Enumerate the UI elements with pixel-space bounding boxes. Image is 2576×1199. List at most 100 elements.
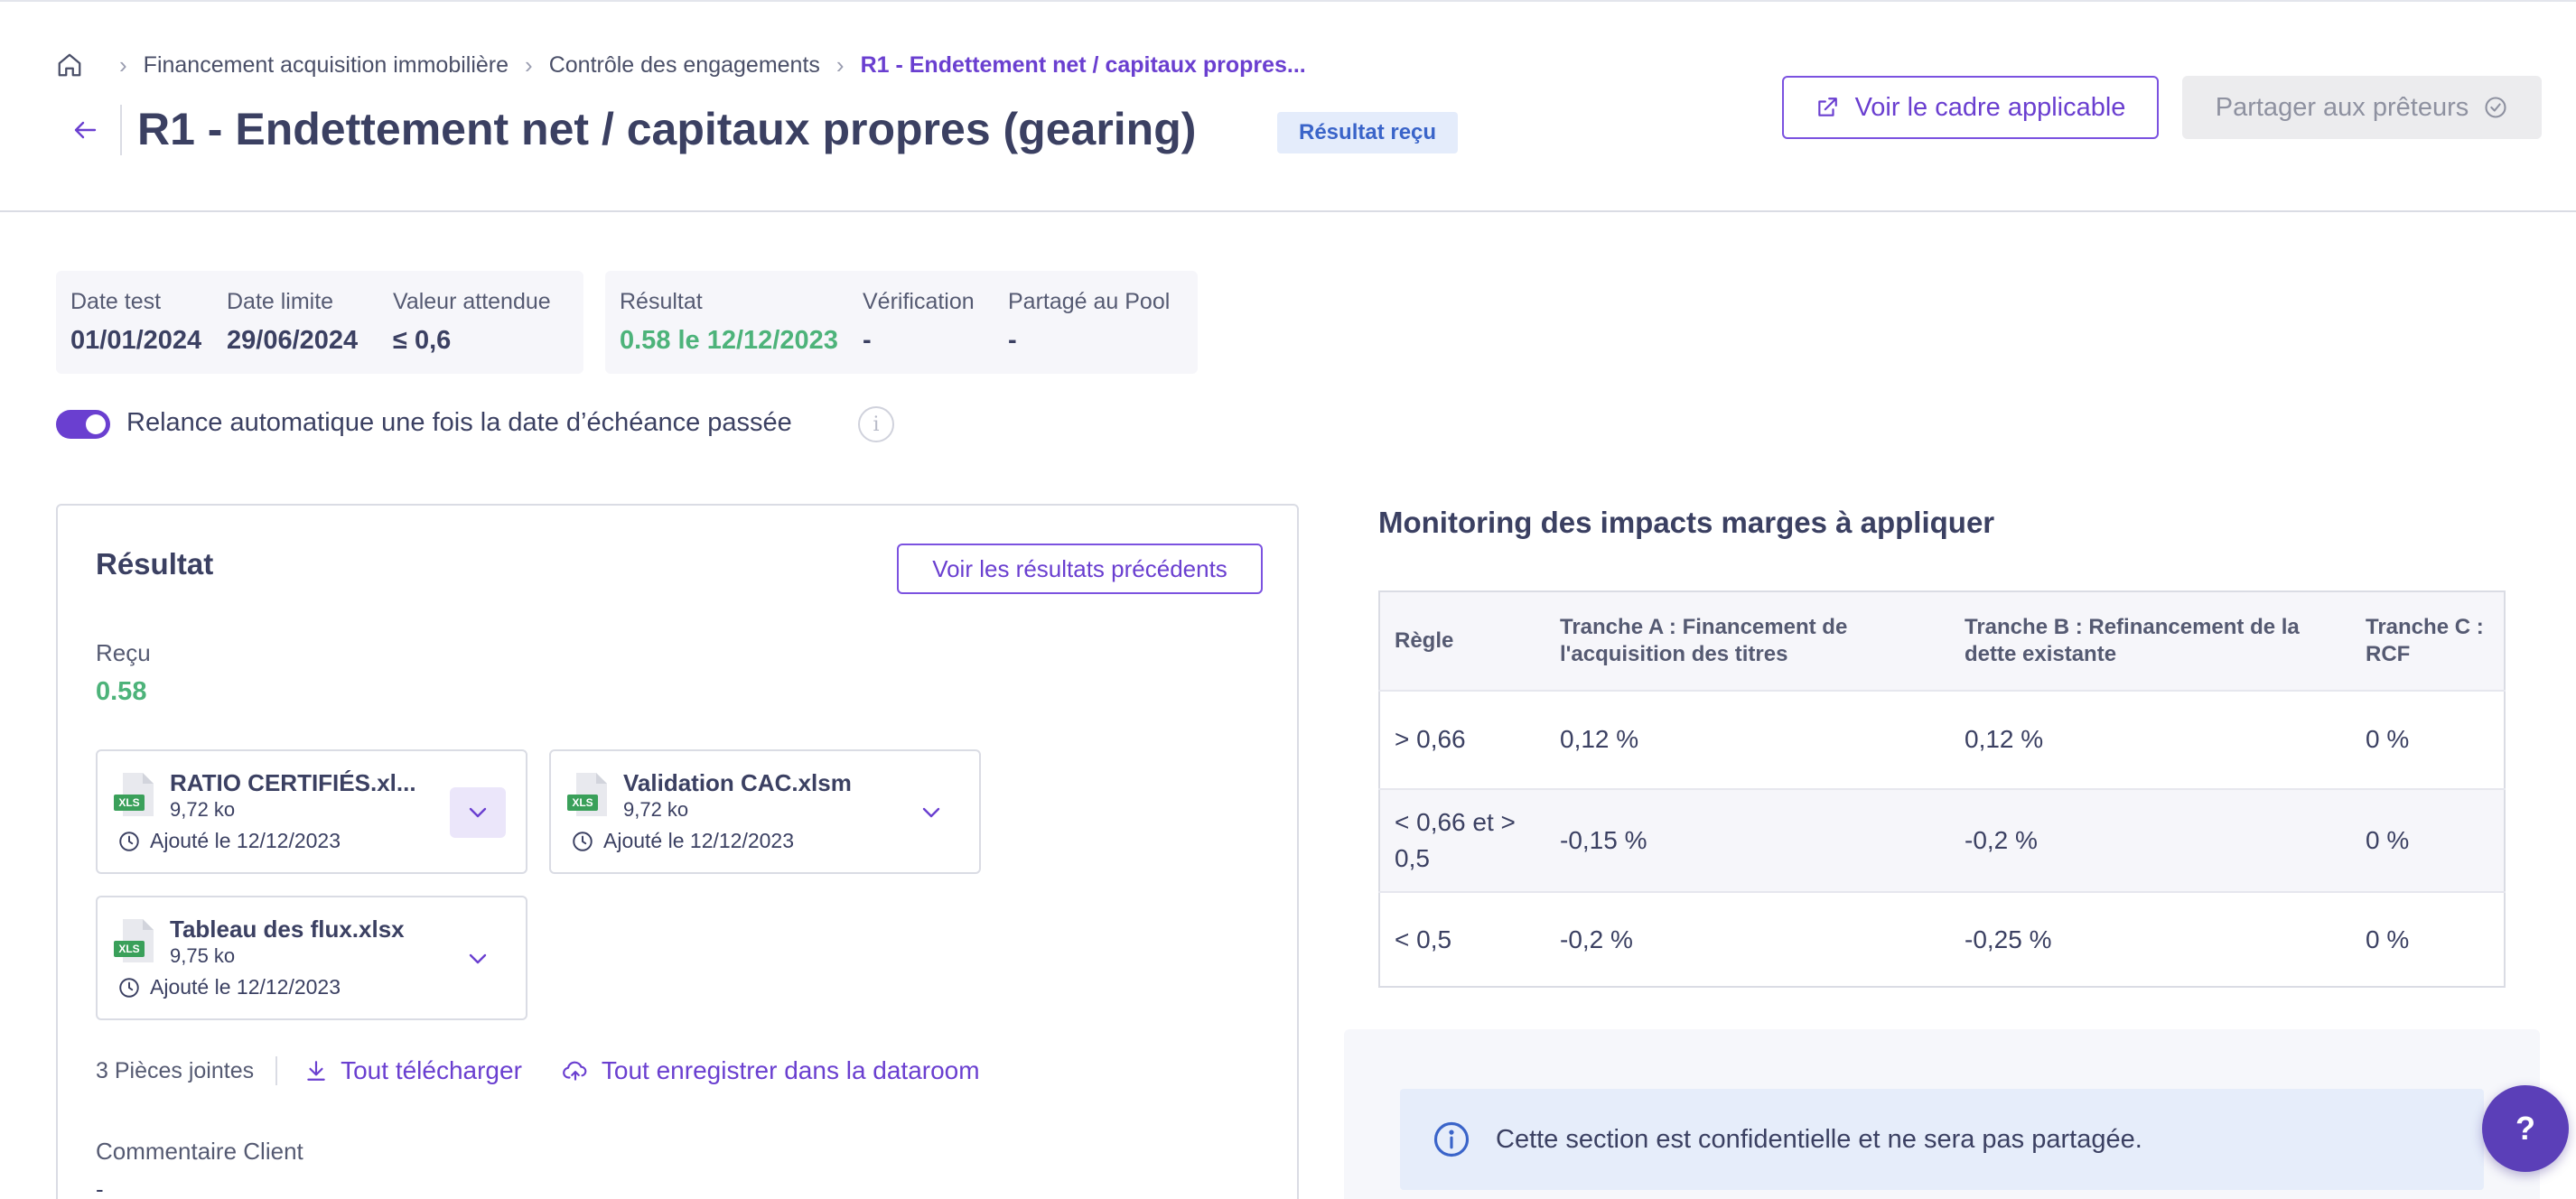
expected-label: Valeur attendue — [393, 289, 551, 314]
xls-file-icon: XLS — [567, 771, 611, 818]
file-size: 9,72 ko — [170, 798, 236, 821]
date-test-value: 01/01/2024 — [70, 326, 202, 355]
external-link-icon — [1817, 98, 1837, 116]
view-framework-label: Voir le cadre applicable — [1854, 92, 2126, 122]
file-name: RATIO CERTIFIÉS.xl... — [170, 769, 416, 796]
cloud-upload-icon — [563, 1061, 587, 1081]
breadcrumb-separator: › — [835, 51, 845, 79]
table-cell: -0,15 % — [1545, 787, 1950, 893]
download-icon — [307, 1061, 325, 1081]
monitoring-title: Monitoring des impacts marges à applique… — [1378, 506, 1995, 539]
table-cell: < 0,5 — [1379, 891, 1545, 987]
test-dates-card: Date test 01/01/2024 Date limite 29/06/2… — [56, 271, 583, 374]
confidential-text: Cette section est confidentielle et ne s… — [1496, 1124, 2142, 1154]
attachments-divider — [275, 1056, 278, 1085]
help-button[interactable]: ? — [2482, 1085, 2569, 1172]
file-date: Ajouté le 12/12/2023 — [571, 829, 794, 853]
file-date-text: Ajouté le 12/12/2023 — [150, 829, 341, 852]
home-icon[interactable] — [56, 51, 83, 79]
clock-icon — [119, 831, 139, 851]
xls-file-icon: XLS — [114, 771, 157, 818]
column-header: Tranche C : RCF — [2351, 591, 2505, 691]
verification-label: Vérification — [863, 289, 975, 314]
info-icon[interactable]: i — [858, 406, 894, 442]
clock-icon — [119, 977, 139, 998]
clock-icon — [573, 831, 593, 851]
chevron-down-icon[interactable] — [903, 787, 959, 838]
status-badge: Résultat reçu — [1277, 112, 1459, 153]
table-cell: 0,12 % — [1950, 690, 2351, 789]
file-card[interactable]: XLS RATIO CERTIFIÉS.xl... 9,72 ko Ajouté… — [96, 749, 527, 874]
file-date-text: Ajouté le 12/12/2023 — [150, 975, 341, 999]
table-cell: 0 % — [2351, 891, 2505, 987]
save-dataroom-label: Tout enregistrer dans la dataroom — [601, 1056, 980, 1084]
table-cell: -0,25 % — [1950, 891, 2351, 987]
result-status-card: Résultat 0.58 le 12/12/2023 Vérification… — [605, 271, 1198, 374]
verification-info: Vérification - — [863, 289, 975, 356]
pool-info: Partagé au Pool - — [1008, 289, 1170, 356]
table-cell: 0 % — [2351, 690, 2505, 789]
auto-reminder-label: Relance automatique une fois la date d’é… — [126, 408, 792, 437]
file-date: Ajouté le 12/12/2023 — [117, 829, 341, 853]
table-cell: > 0,66 — [1379, 690, 1545, 789]
table-cell: 0 % — [2351, 787, 2505, 893]
pool-label: Partagé au Pool — [1008, 289, 1171, 314]
svg-text:XLS: XLS — [572, 796, 593, 809]
date-limit-label: Date limite — [227, 289, 334, 314]
title-divider — [120, 105, 122, 155]
breadcrumb-item-financement[interactable]: Financement acquisition immobilière — [144, 52, 509, 79]
column-header: Tranche B : Refinancement de la dette ex… — [1950, 591, 2351, 691]
attachments-row: 3 Pièces jointes Tout télécharger Tout e… — [96, 1053, 1020, 1089]
file-date: Ajouté le 12/12/2023 — [117, 975, 341, 999]
file-date-text: Ajouté le 12/12/2023 — [603, 829, 795, 852]
file-size: 9,75 ko — [170, 944, 236, 967]
svg-text:XLS: XLS — [118, 943, 139, 955]
result-value: 0.58 le 12/12/2023 — [620, 326, 838, 355]
file-card[interactable]: XLS Validation CAC.xlsm 9,72 ko Ajouté l… — [549, 749, 981, 874]
received-label: Reçu — [96, 639, 151, 666]
info-circle-icon — [1433, 1121, 1470, 1157]
margin-impact-table: Règle Tranche A : Financement de l'acqui… — [1378, 590, 2506, 988]
xls-file-icon: XLS — [114, 917, 157, 964]
date-limit-value: 29/06/2024 — [227, 326, 359, 355]
date-test-label: Date test — [70, 289, 162, 314]
table-cell: 0,12 % — [1545, 690, 1950, 789]
file-name: Validation CAC.xlsm — [623, 769, 852, 796]
table-row: < 0,66 et > 0,5 -0,15 % -0,2 % 0 % — [1379, 787, 2505, 893]
download-all-link[interactable]: Tout télécharger — [304, 1056, 522, 1085]
breadcrumb-separator: › — [119, 51, 127, 79]
save-dataroom-link[interactable]: Tout enregistrer dans la dataroom — [562, 1056, 980, 1085]
auto-reminder-toggle[interactable] — [56, 410, 110, 439]
check-circle-icon — [2485, 97, 2506, 118]
file-card[interactable]: XLS Tableau des flux.xlsx 9,75 ko Ajouté… — [96, 896, 527, 1020]
attachments-count: 3 Pièces jointes — [96, 1057, 255, 1083]
column-header: Tranche A : Financement de l'acquisition… — [1545, 591, 1950, 691]
client-comment-label: Commentaire Client — [96, 1138, 303, 1165]
table-cell: -0,2 % — [1950, 787, 2351, 893]
column-header: Règle — [1379, 591, 1545, 691]
page-header: › Financement acquisition immobilière › … — [0, 2, 2576, 212]
share-lenders-label: Partager aux prêteurs — [2215, 92, 2469, 122]
file-name: Tableau des flux.xlsx — [170, 916, 405, 943]
share-lenders-button[interactable]: Partager aux prêteurs — [2182, 76, 2542, 139]
previous-results-button[interactable]: Voir les résultats précédents — [897, 544, 1263, 594]
table-row: > 0,66 0,12 % 0,12 % 0 % — [1379, 690, 2505, 789]
breadcrumb-separator: › — [525, 51, 533, 79]
date-test: Date test 01/01/2024 — [70, 289, 201, 356]
download-all-label: Tout télécharger — [341, 1056, 522, 1084]
confidential-banner: Cette section est confidentielle et ne s… — [1400, 1089, 2484, 1190]
chevron-down-icon[interactable] — [450, 934, 506, 984]
breadcrumb-current: R1 - Endettement net / capitaux propres.… — [860, 51, 1306, 78]
pool-value: - — [1008, 326, 1017, 355]
svg-text:XLS: XLS — [118, 796, 139, 809]
table-cell: -0,2 % — [1545, 891, 1950, 987]
table-row: < 0,5 -0,2 % -0,25 % 0 % — [1379, 891, 2505, 987]
date-limit: Date limite 29/06/2024 — [227, 289, 358, 356]
result-panel-title: Résultat — [96, 547, 214, 581]
breadcrumb-item-controle[interactable]: Contrôle des engagements — [549, 52, 820, 79]
chevron-down-icon[interactable] — [450, 787, 506, 838]
view-framework-button[interactable]: Voir le cadre applicable — [1782, 76, 2159, 139]
verification-value: - — [863, 326, 872, 355]
file-size: 9,72 ko — [623, 798, 689, 821]
back-arrow-icon[interactable] — [69, 108, 101, 152]
